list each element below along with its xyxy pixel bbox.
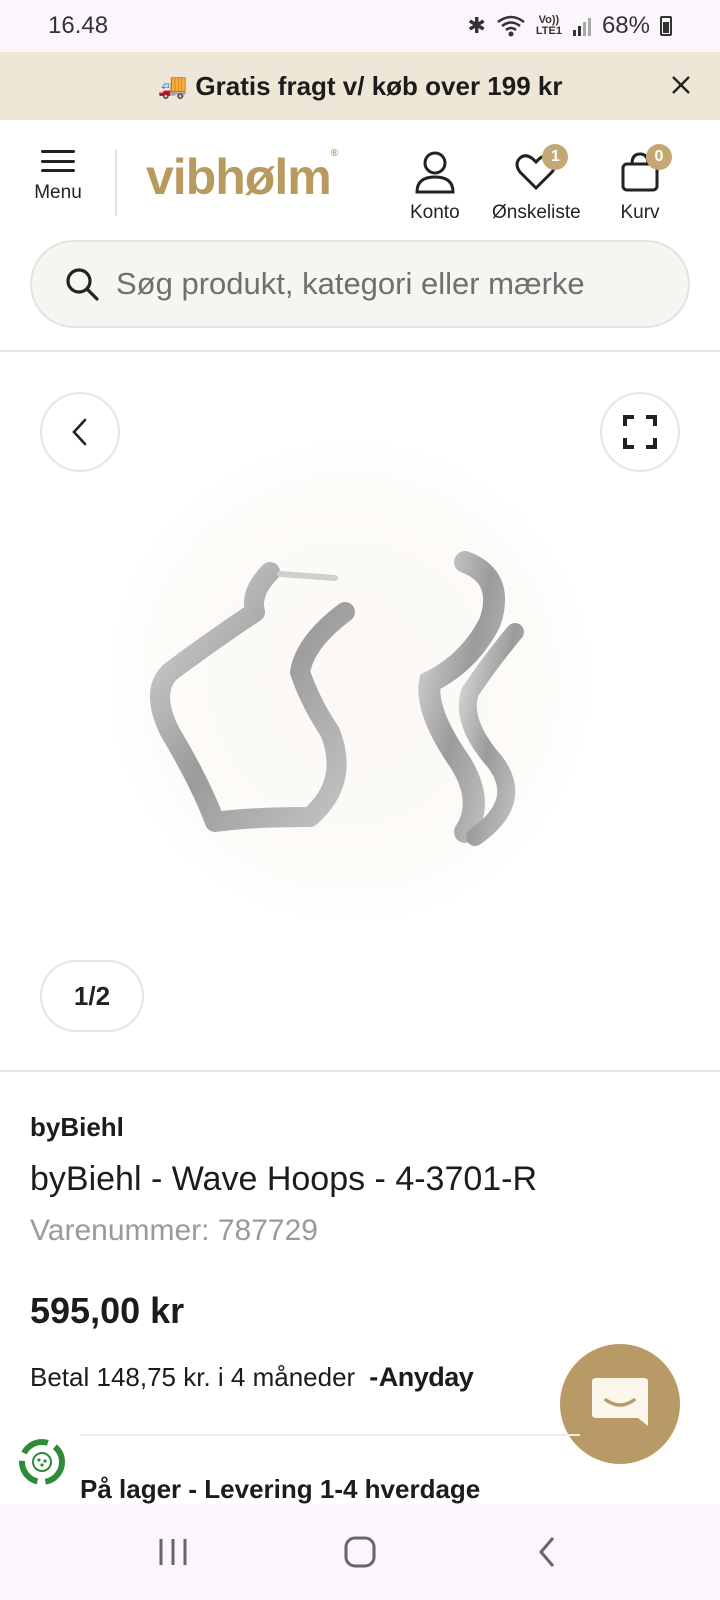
truck-icon: 🚚	[157, 72, 188, 100]
product-title: byBiehl - Wave Hoops - 4-3701-R	[30, 1160, 538, 1198]
search-icon	[66, 268, 99, 301]
bluetooth-icon: ✱	[467, 13, 486, 38]
stock-separator	[80, 1434, 580, 1436]
back-nav-button[interactable]	[517, 1522, 577, 1582]
cart-count-badge: 0	[646, 144, 672, 170]
product-image	[150, 551, 524, 846]
battery-percent: 68%	[601, 12, 650, 39]
expand-icon	[623, 415, 657, 449]
status-icons: ✱ Vo)) LTE1 68%	[467, 12, 672, 40]
close-icon[interactable]	[666, 70, 696, 100]
status-time: 16.48	[48, 12, 109, 39]
user-icon	[415, 151, 455, 194]
system-nav-bar	[0, 1504, 720, 1600]
search-input[interactable]	[116, 266, 688, 302]
promo-banner: 🚚 Gratis fragt v/ køb over 199 kr	[0, 52, 720, 120]
back-icon	[538, 1537, 554, 1567]
site-header: Menu vibhølm® Konto 1 Ønskeliste 0 Kurv	[0, 120, 720, 230]
promo-text: Gratis fragt v/ køb over 199 kr	[195, 70, 563, 101]
stock-status: På lager - Levering 1-4 hverdage	[80, 1474, 481, 1504]
back-button[interactable]	[40, 392, 120, 472]
status-bar: 16.48 ✱ Vo)) LTE1 68%	[0, 0, 720, 52]
signal-icon	[572, 18, 591, 36]
wifi-icon	[497, 15, 525, 37]
volte-indicator: Vo)) LTE1	[535, 14, 562, 37]
sku-label: Varenummer:	[30, 1214, 210, 1247]
installment-info[interactable]: Betal 148,75 kr. i 4 måneder Anyday	[30, 1362, 474, 1393]
wishlist-count-badge: 1	[542, 144, 569, 170]
heart-icon: 1	[514, 144, 569, 194]
wishlist-button[interactable]: 1 Ønskeliste	[492, 144, 581, 224]
sku-value: 787729	[217, 1214, 318, 1247]
battery-icon	[660, 16, 672, 36]
image-pager: 1/2	[40, 960, 144, 1032]
product-brand[interactable]: byBiehl	[30, 1112, 124, 1143]
anyday-logo: Anyday	[369, 1362, 474, 1393]
search-bar[interactable]	[30, 240, 690, 328]
account-button[interactable]: Konto	[410, 150, 460, 224]
recent-apps-button[interactable]	[143, 1522, 203, 1582]
gallery-separator	[0, 1070, 720, 1072]
chevron-left-icon	[72, 418, 87, 446]
chat-icon	[592, 1378, 648, 1426]
home-icon	[344, 1536, 376, 1568]
fullscreen-button[interactable]	[600, 392, 680, 472]
installment-text: Betal 148,75 kr. i 4 måneder	[30, 1362, 356, 1392]
chat-button[interactable]	[560, 1344, 680, 1464]
header-divider	[115, 150, 117, 216]
recent-apps-icon	[159, 1539, 187, 1565]
cart-label: Kurv	[620, 202, 660, 223]
product-price: 595,00 kr	[30, 1290, 185, 1331]
product-gallery[interactable]: 1/2	[0, 352, 720, 1072]
bag-icon: 0	[618, 144, 672, 194]
menu-button[interactable]: Menu	[28, 150, 88, 204]
menu-label: Menu	[34, 182, 82, 203]
account-label: Konto	[410, 202, 460, 223]
vibholm-logo[interactable]: vibhølm®	[146, 148, 338, 206]
wishlist-label: Ønskeliste	[492, 202, 581, 223]
home-button[interactable]	[330, 1522, 390, 1582]
hamburger-icon	[41, 150, 75, 172]
recycle-icon[interactable]	[14, 1434, 70, 1490]
cart-button[interactable]: 0 Kurv	[618, 144, 672, 224]
product-sku: Varenummer: 787729	[30, 1214, 318, 1248]
